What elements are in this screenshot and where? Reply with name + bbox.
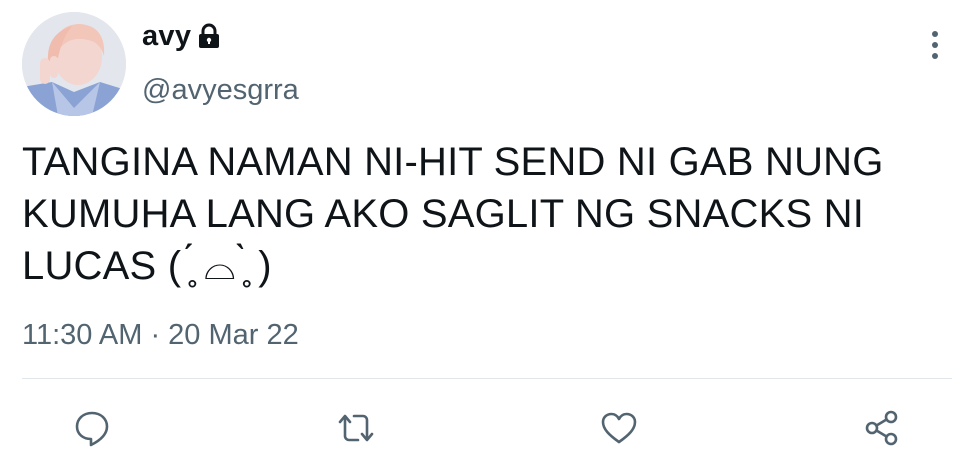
like-icon — [601, 412, 637, 444]
user-handle[interactable]: @avyesgrra — [142, 72, 299, 108]
more-dot-icon — [932, 53, 938, 59]
avatar[interactable] — [22, 12, 126, 116]
reply-button[interactable] — [68, 404, 116, 452]
meta-separator: · — [142, 319, 169, 351]
share-icon — [865, 410, 898, 446]
tweet-time: 11:30 AM — [22, 319, 143, 351]
tweet-timestamp[interactable]: 11:30 AM · 20 Mar 22 — [22, 317, 299, 353]
tweet-date: 20 Mar 22 — [168, 319, 299, 351]
retweet-button[interactable] — [332, 404, 380, 452]
display-name[interactable]: avy — [142, 18, 191, 54]
retweet-icon — [338, 414, 374, 442]
more-dot-icon — [932, 42, 938, 48]
display-name-row: avy — [142, 18, 221, 54]
tweet-text: TANGINA NAMAN NI-HIT SEND NI GAB NUNG KU… — [22, 140, 884, 288]
divider — [22, 378, 952, 379]
action-bar — [0, 400, 974, 456]
reply-icon — [75, 411, 109, 447]
more-dot-icon — [932, 31, 938, 37]
share-button[interactable] — [858, 404, 906, 452]
tweet-card: avy @avyesgrra TANGINA NAMAN NI-HIT SEND… — [0, 0, 974, 474]
like-button[interactable] — [595, 404, 643, 452]
avatar-image — [22, 12, 126, 116]
more-options-button[interactable] — [920, 28, 950, 62]
lock-icon — [197, 23, 221, 49]
